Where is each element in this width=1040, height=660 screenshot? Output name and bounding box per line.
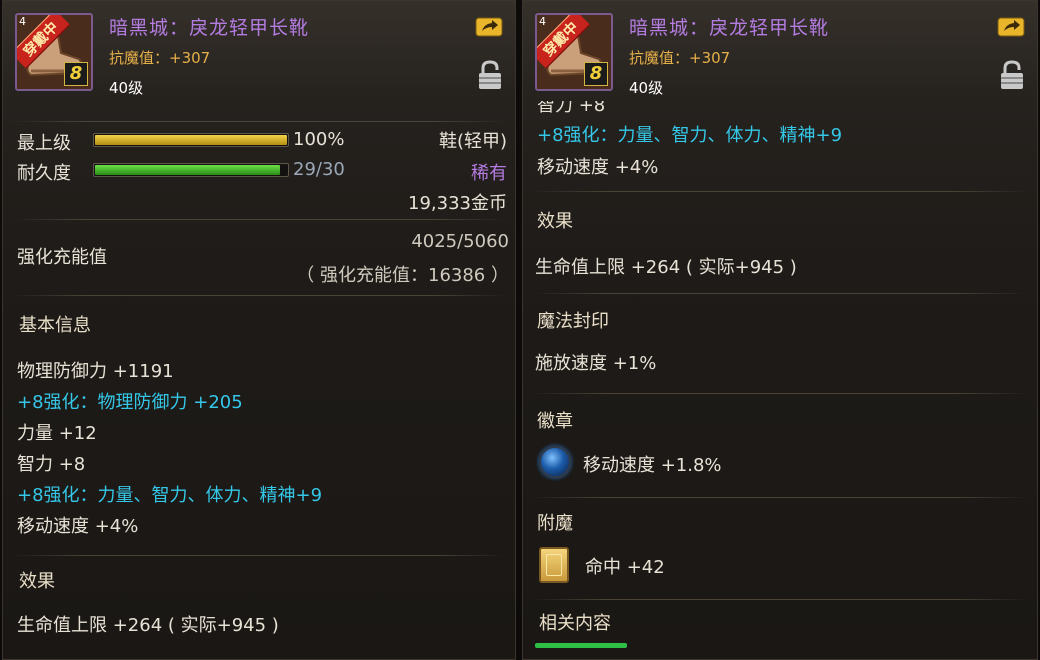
- divider: [531, 599, 1029, 600]
- divider: [11, 555, 507, 556]
- durability-label: 耐久度: [17, 163, 71, 184]
- magic-seal-line: 施放速度 +1%: [535, 353, 657, 374]
- magic-resist-stat: 抗魔值：+307: [629, 49, 731, 67]
- divider: [11, 121, 507, 122]
- lock-icon[interactable]: [477, 59, 503, 91]
- rarity: 稀有: [471, 163, 507, 184]
- durability-value: 29/30: [293, 159, 345, 180]
- item-icon: 穿戴中 4 8: [535, 13, 613, 91]
- amp-value: 4025/5060: [411, 231, 509, 252]
- related-tab-underline: [535, 643, 627, 648]
- durability-bar-fill: [95, 165, 280, 175]
- magic-seal-title: 魔法封印: [537, 311, 609, 332]
- item-name: 暗黑城：戾龙轻甲长靴: [629, 17, 830, 39]
- item-tooltip-left: 穿戴中 4 8 暗黑城：戾龙轻甲长靴 抗魔值：+307 40级 最上级 100%…: [2, 0, 516, 660]
- durability-bar: [93, 163, 289, 177]
- related-content-tab[interactable]: 相关内容: [539, 609, 611, 635]
- effect-line: 生命值上限 +264 ( 实际+945 ): [535, 257, 797, 278]
- basic-info-line: +8强化：物理防御力 +205: [17, 392, 243, 413]
- magic-resist-stat: 抗魔值：+307: [109, 49, 211, 67]
- divider: [531, 497, 1029, 498]
- corner-mark: 4: [19, 15, 26, 28]
- effect-line: 生命值上限 +264 ( 实际+945 ): [17, 615, 279, 636]
- enchant-line: 命中 +42: [585, 557, 665, 578]
- effect-title: 效果: [537, 211, 573, 232]
- item-level: 40级: [109, 79, 144, 97]
- emblem-orb-icon[interactable]: [539, 446, 571, 478]
- reinforce-level-badge: 8: [64, 62, 88, 86]
- effect-title: 效果: [19, 571, 55, 592]
- slot-type: 鞋(轻甲): [438, 131, 507, 152]
- grade-percent: 100%: [293, 129, 345, 150]
- divider: [11, 295, 507, 296]
- basic-info-line: 物理防御力 +1191: [17, 361, 174, 382]
- divider: [531, 293, 1029, 294]
- enchant-card-icon[interactable]: [539, 547, 569, 583]
- tooltip-body: 最上级 100% 鞋(轻甲) 耐久度 29/30 稀有 19,333金币 强化充…: [3, 101, 515, 659]
- grade-label: 最上级: [17, 133, 71, 154]
- basic-info-line: 力量 +12: [17, 423, 97, 444]
- item-icon: 穿戴中 4 8: [15, 13, 93, 91]
- enchant-title: 附魔: [537, 513, 573, 534]
- basic-info-line: 移动速度 +4%: [17, 516, 139, 537]
- item-name: 暗黑城：戾龙轻甲长靴: [109, 17, 310, 39]
- corner-mark: 4: [539, 15, 546, 28]
- emblem-title: 徽章: [537, 411, 573, 432]
- divider: [531, 191, 1029, 192]
- tooltip-body: 智力 +8 +8强化：力量、智力、体力、精神+9 移动速度 +4% 效果 生命值…: [523, 101, 1037, 659]
- lock-icon[interactable]: [999, 59, 1025, 91]
- basic-info-title: 基本信息: [19, 315, 91, 336]
- divider: [531, 393, 1029, 394]
- share-icon[interactable]: [997, 15, 1025, 37]
- stat-line: +8强化：力量、智力、体力、精神+9: [537, 125, 843, 146]
- emblem-line: 移动速度 +1.8%: [583, 455, 722, 476]
- grade-bar: [93, 133, 289, 147]
- reinforce-level-badge: 8: [584, 62, 608, 86]
- basic-info-line: +8强化：力量、智力、体力、精神+9: [17, 485, 323, 506]
- tooltip-header: 穿戴中 4 8 暗黑城：戾龙轻甲长靴 抗魔值：+307 40级: [523, 1, 1037, 101]
- basic-info-line: 智力 +8: [17, 454, 86, 475]
- share-icon[interactable]: [475, 15, 503, 37]
- grade-bar-fill: [95, 135, 287, 145]
- amp-detail: （ 强化充能值：16386 ）: [296, 265, 509, 286]
- item-level: 40级: [629, 79, 664, 97]
- stat-line: 移动速度 +4%: [537, 157, 659, 178]
- item-tooltip-right: 穿戴中 4 8 暗黑城：戾龙轻甲长靴 抗魔值：+307 40级 智力 +8 +8…: [522, 0, 1038, 660]
- tooltip-header: 穿戴中 4 8 暗黑城：戾龙轻甲长靴 抗魔值：+307 40级: [3, 1, 515, 101]
- sell-price: 19,333金币: [408, 193, 507, 214]
- amp-label: 强化充能值: [17, 247, 107, 268]
- divider: [11, 219, 507, 220]
